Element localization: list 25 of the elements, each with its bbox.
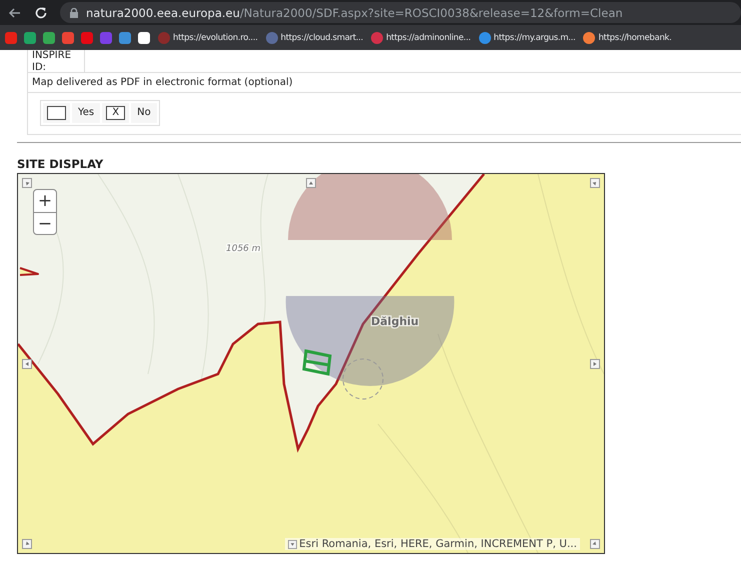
map-label: 1056 m bbox=[226, 244, 261, 254]
zoom-in-button[interactable]: + bbox=[34, 190, 56, 212]
section-title: SITE DISPLAY bbox=[17, 157, 104, 171]
back-icon[interactable] bbox=[8, 6, 22, 20]
bookmark-link[interactable]: https://evolution.ro.... bbox=[158, 32, 258, 44]
checkbox[interactable] bbox=[47, 106, 66, 120]
checkbox[interactable]: X bbox=[106, 106, 126, 120]
map-attribution: Esri Romania, Esri, HERE, Garmin, INCREMENT P, U... bbox=[299, 538, 577, 550]
inspire-id-label: INSPIRE ID: bbox=[28, 50, 85, 72]
zoom-out-button[interactable]: − bbox=[34, 212, 56, 234]
bookmark-link[interactable]: https://adminonline... bbox=[371, 32, 471, 44]
address-bar[interactable]: natura2000.eea.europa.eu/Natura2000/SDF.aspx?site=ROSCI0038&release=12&form=Clean bbox=[60, 2, 741, 23]
expand-arrow-icon[interactable] bbox=[288, 540, 298, 548]
option-label: Yes bbox=[72, 103, 100, 123]
bookmark-link[interactable]: https://cloud.smart... bbox=[266, 32, 364, 44]
url-text: natura2000.eea.europa.eu/Natura2000/SDF.aspx?site=ROSCI0038&release=12&form=Clean bbox=[86, 6, 623, 20]
reload-icon[interactable] bbox=[34, 6, 48, 20]
bookmark-link[interactable]: https://homebank. bbox=[583, 32, 672, 44]
bookmark-link[interactable]: https://my.argus.m... bbox=[478, 32, 576, 44]
map-label: Dălghiu bbox=[371, 315, 419, 328]
boundary-line bbox=[19, 267, 39, 276]
bookmark-icon[interactable] bbox=[138, 32, 150, 44]
lock-icon bbox=[70, 8, 78, 18]
option-label: No bbox=[131, 103, 157, 123]
map-pdf-label: Map delivered as PDF in electronic format (optional) bbox=[28, 73, 741, 93]
